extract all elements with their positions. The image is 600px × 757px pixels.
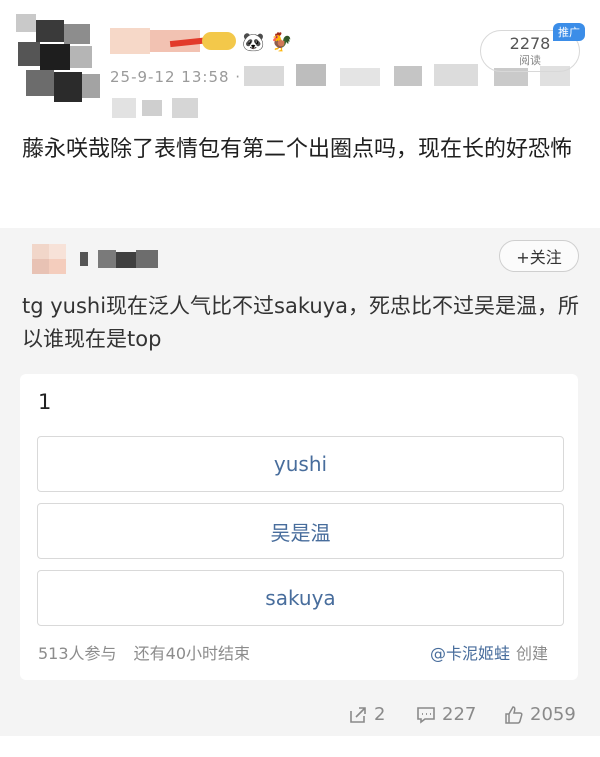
like-icon [505,705,523,724]
reads-counter[interactable]: 2278 阅读 推广 [480,23,585,72]
post-source-mosaic [112,98,212,118]
comment-button[interactable]: 227 [416,704,476,725]
poll-creator: @卡泥姬蛙 创建 [430,640,548,664]
avatar[interactable] [16,14,108,112]
creator-link[interactable]: @卡泥姬蛙 [430,644,510,663]
reads-label: 阅读 [519,54,541,67]
poll-option-wushiwen[interactable]: 吴是温 [37,503,564,559]
comment-icon [417,706,435,724]
comment-avatar[interactable] [32,244,66,274]
comment-username[interactable] [80,250,160,268]
comment-body: tg yushi现在泛人气比不过sakuya，死忠比不过吴是温，所以谁现在是to… [22,294,579,351]
poll-title: 1 [38,390,52,414]
like-button[interactable]: 2059 [504,704,576,725]
comment-count: 227 [442,704,477,725]
share-count: 2 [374,704,386,725]
poll-participants: 513人参与 [38,644,117,663]
poll-option-label: yushi [273,452,328,476]
post-header: 🐼 🐓 25-9-12 13:58 · 超 2278 阅读 推广 [0,0,600,120]
follow-button[interactable]: +关注 [499,240,579,272]
poll-option-yushi[interactable]: yushi [37,436,564,492]
post-meta: 25-9-12 13:58 · 超 [110,68,263,86]
rooster-icon: 🐓 [270,32,293,53]
poll-status: 513人参与 还有40小时结束 [38,640,250,664]
username[interactable] [110,28,250,54]
poll-remaining: 还有40小时结束 [133,644,251,663]
post-body: 藤永咲哉除了表情包有第二个出圈点吗，现在长的好恐怖 [22,137,573,162]
poll-option-sakuya[interactable]: sakuya [37,570,564,626]
poll-option-label: 吴是温 [270,520,331,545]
poll-option-label: sakuya [265,586,336,610]
follow-label: +关注 [516,248,562,267]
share-icon [350,706,366,723]
panda-icon: 🐼 [242,32,265,53]
promo-badge: 推广 [553,23,585,41]
created-label: 创建 [516,644,549,663]
like-count: 2059 [530,704,576,725]
share-button[interactable]: 2 [348,704,385,725]
